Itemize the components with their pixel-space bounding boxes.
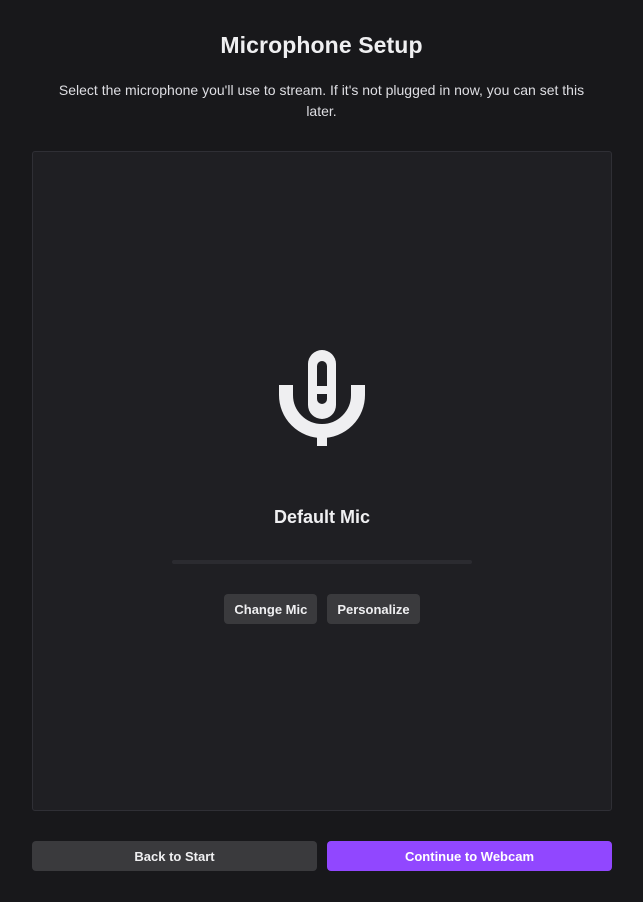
change-mic-button[interactable]: Change Mic (224, 594, 318, 624)
microphone-icon (279, 350, 365, 446)
mic-level-meter (172, 560, 472, 564)
continue-to-webcam-button[interactable]: Continue to Webcam (327, 841, 612, 871)
selected-mic-name: Default Mic (273, 507, 370, 527)
microphone-preview-panel: Default Mic Change Mic Personalize (32, 151, 612, 811)
mic-actions: Change Mic Personalize (33, 594, 611, 624)
page-subtitle: Select the microphone you'll use to stre… (58, 82, 585, 119)
back-to-start-button[interactable]: Back to Start (32, 841, 317, 871)
personalize-button[interactable]: Personalize (327, 594, 420, 624)
page-title: Microphone Setup (220, 32, 423, 58)
